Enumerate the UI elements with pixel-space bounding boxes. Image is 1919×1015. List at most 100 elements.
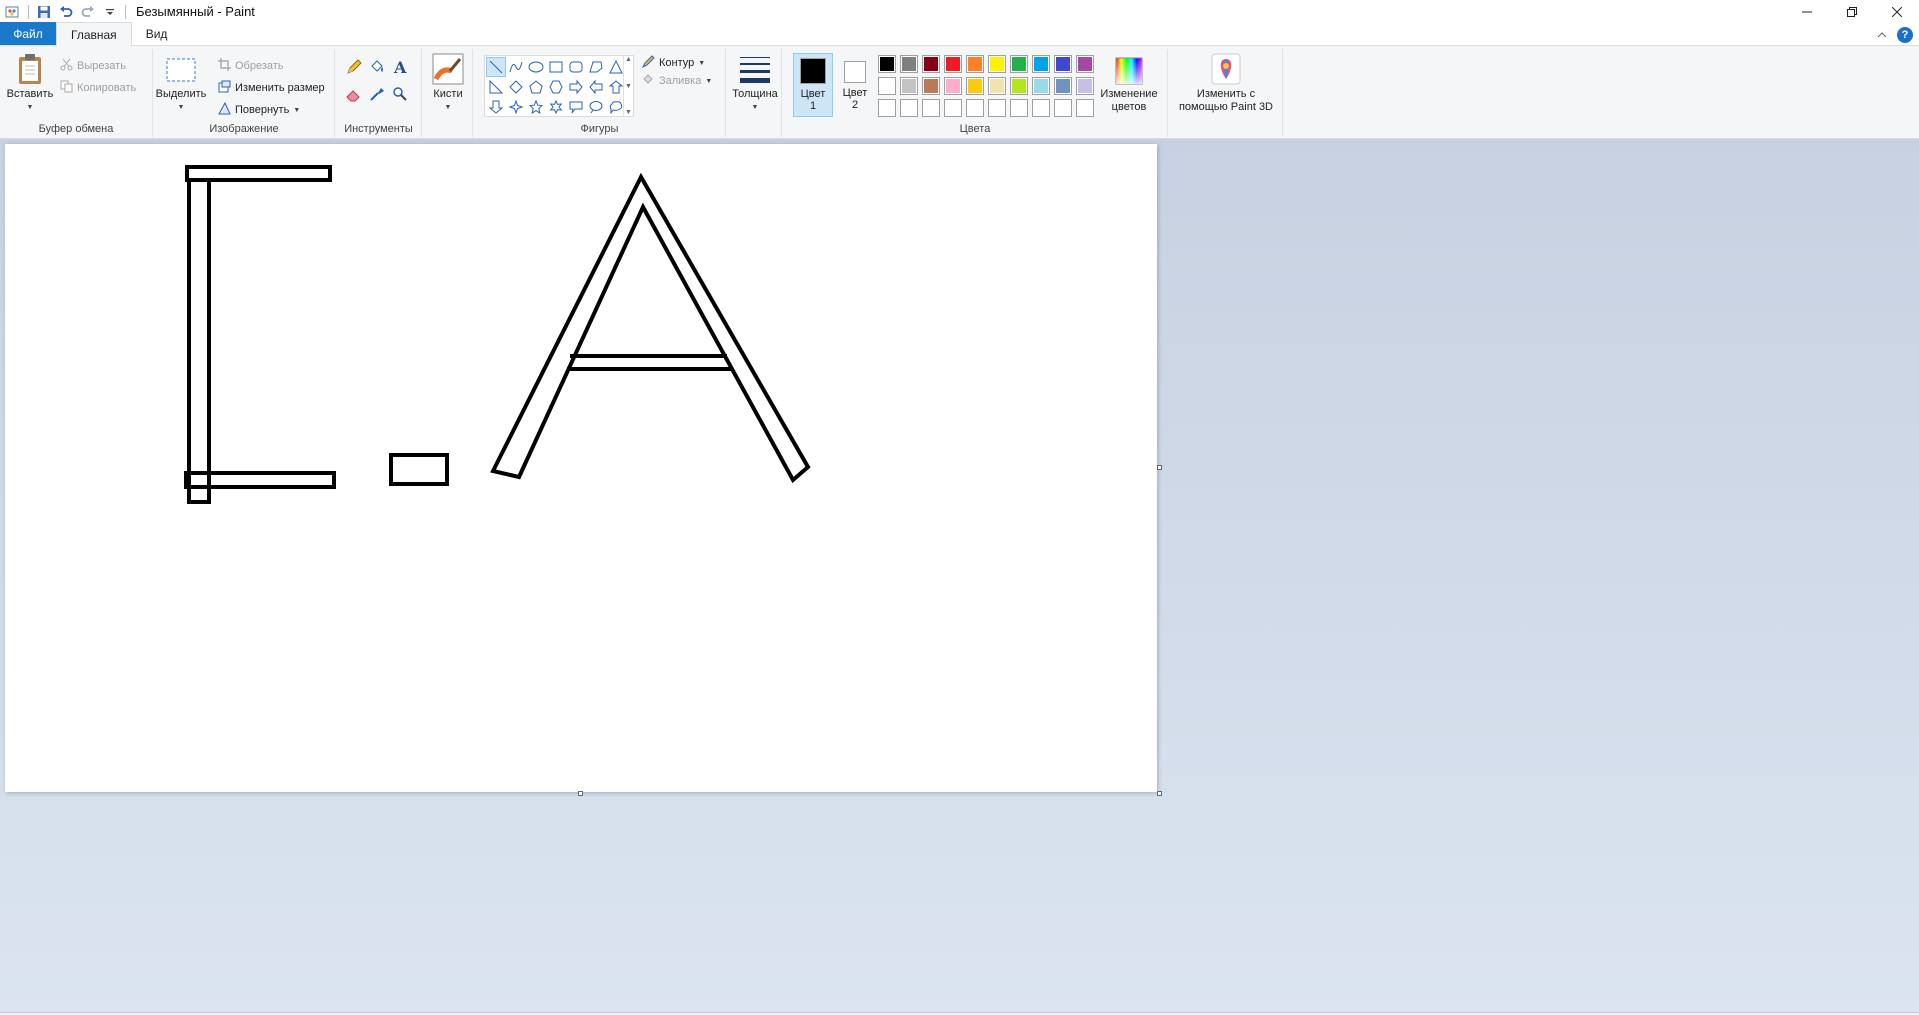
resize-button[interactable]: Изменить размер	[218, 80, 325, 96]
shape-arrow-down-icon[interactable]	[486, 97, 506, 117]
help-icon[interactable]: ?	[1897, 27, 1913, 43]
magnifier-icon[interactable]	[392, 86, 408, 105]
shape-star5-icon[interactable]	[526, 97, 546, 117]
palette-swatch[interactable]	[878, 77, 896, 95]
redo-icon[interactable]	[77, 1, 99, 23]
rotate-button[interactable]: Повернуть ▼	[218, 101, 300, 118]
color1-button[interactable]: Цвет 1	[793, 53, 833, 117]
shapes-scrollbar[interactable]: ▲ ▼ ▼	[623, 56, 633, 116]
palette-swatch[interactable]	[966, 55, 984, 73]
eraser-icon[interactable]	[346, 86, 362, 105]
palette-swatch-color	[1078, 79, 1092, 93]
shape-pentagon-icon[interactable]	[526, 77, 546, 97]
palette-swatch[interactable]	[1054, 99, 1072, 117]
palette-swatch-color	[1012, 79, 1026, 93]
palette-swatch[interactable]	[1010, 77, 1028, 95]
fill-bucket-icon[interactable]	[369, 59, 385, 78]
copy-button[interactable]: Копировать	[60, 80, 136, 96]
palette-swatch[interactable]	[1054, 77, 1072, 95]
shape-hexagon-icon[interactable]	[546, 77, 566, 97]
palette-swatch[interactable]	[1076, 77, 1094, 95]
tab-home[interactable]: Главная	[56, 22, 132, 46]
palette-swatch[interactable]	[966, 99, 984, 117]
palette-swatch[interactable]	[1032, 55, 1050, 73]
palette-swatch[interactable]	[944, 55, 962, 73]
brushes-label: Кисти	[433, 88, 463, 100]
palette-swatch[interactable]	[988, 55, 1006, 73]
palette-swatch[interactable]	[988, 99, 1006, 117]
brushes-button[interactable]: Кисти ▼	[429, 51, 467, 114]
shape-callout-oval-icon[interactable]	[586, 97, 606, 117]
resize-handle-bottom[interactable]	[578, 791, 583, 796]
palette-swatch[interactable]	[878, 99, 896, 117]
outline-button[interactable]: Контур ▼	[641, 55, 705, 71]
restore-icon[interactable]	[1829, 0, 1874, 23]
palette-swatch[interactable]	[944, 77, 962, 95]
palette-swatch[interactable]	[1076, 55, 1094, 73]
fill-button[interactable]: Заливка ▼	[642, 73, 712, 89]
customize-icon[interactable]	[99, 1, 121, 23]
edit-colors-label: Изменение	[1100, 88, 1158, 100]
shape-arrow-right-icon[interactable]	[566, 77, 586, 97]
shape-rounded-rectangle-icon[interactable]	[566, 57, 586, 77]
palette-swatch[interactable]	[1054, 55, 1072, 73]
shape-arrow-left-icon[interactable]	[586, 77, 606, 97]
paste-button[interactable]: Вставить ▼	[4, 51, 56, 114]
palette-swatch[interactable]	[922, 55, 940, 73]
chevron-up-icon[interactable]: ▲	[625, 56, 632, 63]
palette-swatch[interactable]	[900, 99, 918, 117]
palette-swatch-color	[946, 79, 960, 93]
shape-polygon-icon[interactable]	[586, 57, 606, 77]
palette-swatch[interactable]	[944, 99, 962, 117]
palette-swatch[interactable]	[922, 77, 940, 95]
cut-button[interactable]: Вырезать	[60, 58, 126, 74]
palette-swatch[interactable]	[1032, 77, 1050, 95]
size-button[interactable]: Толщина ▼	[730, 51, 780, 114]
chevron-down-icon[interactable]: ▼	[625, 83, 632, 90]
color2-button[interactable]: Цвет 2	[835, 53, 875, 117]
tab-view[interactable]: Вид	[132, 22, 182, 45]
edit-colors-button[interactable]: Изменение цветов	[1094, 51, 1164, 114]
close-icon[interactable]	[1874, 0, 1919, 23]
shapes-gallery[interactable]: ▲ ▼ ▼	[484, 55, 634, 117]
shape-diamond-icon[interactable]	[506, 77, 526, 97]
color-picker-icon[interactable]	[369, 86, 385, 105]
shape-line-icon[interactable]	[486, 57, 506, 77]
palette-swatch[interactable]	[922, 99, 940, 117]
palette-swatch[interactable]	[988, 77, 1006, 95]
palette-swatch[interactable]	[900, 77, 918, 95]
text-tool-icon[interactable]: A	[392, 58, 410, 79]
palette-swatch-color	[1012, 57, 1026, 71]
palette-swatch[interactable]	[1010, 99, 1028, 117]
shape-rectangle-icon[interactable]	[546, 57, 566, 77]
tab-file[interactable]: Файл	[0, 22, 56, 45]
paint3d-button[interactable]: Изменить с помощью Paint 3D	[1173, 51, 1279, 114]
canvas-drawing	[184, 165, 811, 504]
shape-right-triangle-icon[interactable]	[486, 77, 506, 97]
shape-curve-icon[interactable]	[506, 57, 526, 77]
palette-swatch[interactable]	[900, 55, 918, 73]
palette-swatch[interactable]	[1076, 99, 1094, 117]
palette-swatch[interactable]	[1010, 55, 1028, 73]
drawing-canvas[interactable]	[5, 144, 1157, 792]
palette-swatch[interactable]	[966, 77, 984, 95]
palette-swatch[interactable]	[1032, 99, 1050, 117]
paint-app-icon[interactable]	[2, 1, 24, 23]
pencil-icon[interactable]	[346, 59, 362, 78]
expand-gallery-icon[interactable]: ▼	[625, 109, 632, 116]
shape-star4-icon[interactable]	[506, 97, 526, 117]
minimize-icon[interactable]	[1784, 0, 1829, 23]
save-icon[interactable]	[33, 1, 55, 23]
shapes-group: ▲ ▼ ▼ Контур ▼ Заливка ▼ Фигуры	[474, 49, 726, 137]
shape-callout-rect-icon[interactable]	[566, 97, 586, 117]
select-button[interactable]: Выделить ▼	[156, 51, 206, 114]
shape-star6-icon[interactable]	[546, 97, 566, 117]
palette-swatch[interactable]	[878, 55, 896, 73]
crop-button[interactable]: Обрезать	[218, 58, 284, 74]
image-group-label: Изображение	[209, 123, 279, 135]
shape-oval-icon[interactable]	[526, 57, 546, 77]
collapse-ribbon-icon[interactable]	[1877, 28, 1887, 42]
resize-handle-corner[interactable]	[1157, 791, 1162, 796]
undo-icon[interactable]	[55, 1, 77, 23]
resize-handle-right[interactable]	[1157, 465, 1162, 470]
